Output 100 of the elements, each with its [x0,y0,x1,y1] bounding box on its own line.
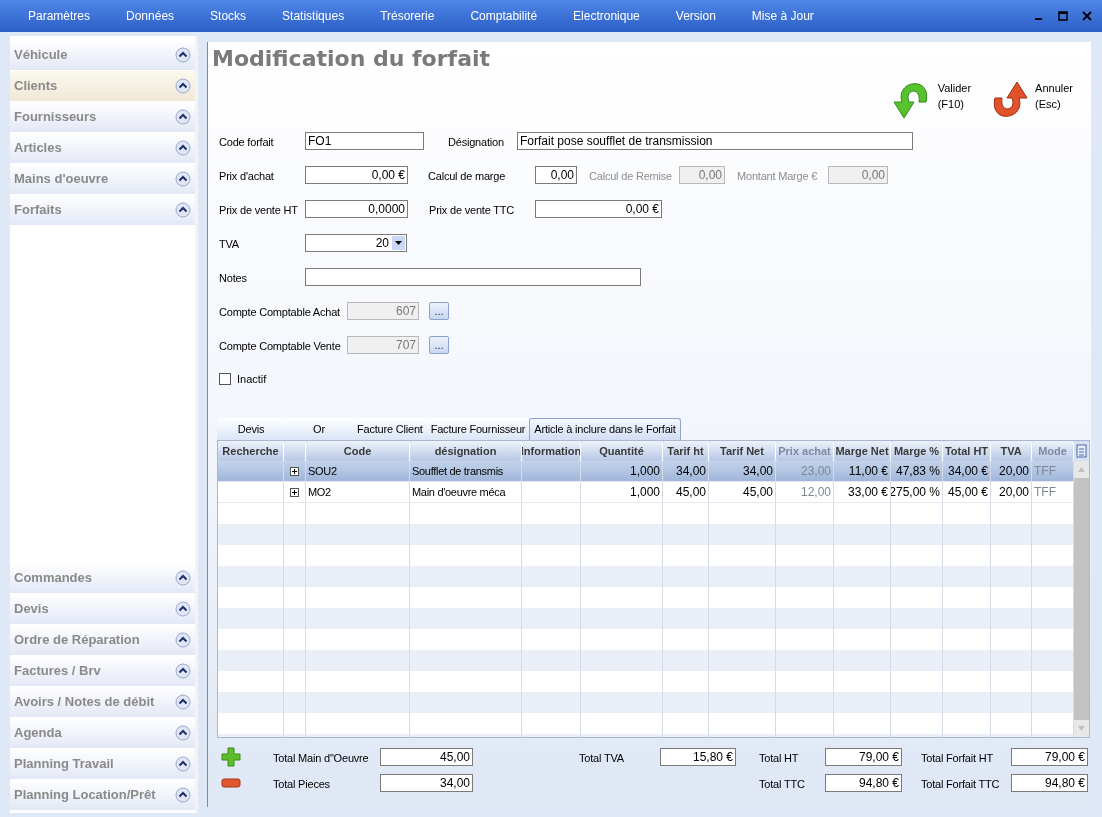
tab[interactable]: Devis [217,418,285,440]
table-cell-text: 45,00 € [947,484,988,501]
field-label: Code forfait [219,136,274,148]
field-label: TVA [219,238,239,250]
menu-item[interactable]: Version [675,7,716,25]
column-header[interactable]: Recherche [218,441,284,461]
total-field[interactable]: 45,00 [380,748,473,766]
total-field[interactable]: 79,00 € [1011,748,1088,766]
table-cell-text: 23,00 [800,463,831,480]
collapse-icon[interactable] [175,570,191,586]
collapse-icon[interactable] [175,725,191,741]
field-label: Prix de vente HT [219,204,298,216]
browse-button[interactable]: ... [429,302,449,320]
dropdown-field[interactable]: 20 [305,234,407,252]
column-header[interactable]: Marge % [891,441,943,461]
table-cell-text: 47,83 % [895,463,940,480]
input-field[interactable]: Forfait pose soufflet de transmission [517,132,913,150]
total-label: Total HT [759,752,799,764]
table-cell-text: 33,00 € [847,484,888,501]
collapse-icon[interactable] [175,78,191,94]
total-field[interactable]: 15,80 € [660,748,736,766]
tab[interactable]: Or [285,418,353,440]
table-cell-text: 20,00 [998,484,1029,501]
field-label: Notes [219,272,247,284]
cancel-button[interactable]: Annuler (Esc) [989,80,1073,124]
menu-item[interactable]: Trésorerie [380,7,435,25]
table-cell-text: TFF [1034,463,1056,480]
column-header[interactable]: Tarif Net [709,441,776,461]
collapse-icon[interactable] [175,663,191,679]
table-cell-text: 45,00 [675,484,706,501]
column-header[interactable]: Marge Net [834,441,891,461]
field-label: Calcul de Remise [589,170,672,182]
field-label: Calcul de marge [428,170,506,182]
column-header[interactable]: Code [306,441,410,461]
table-cell-text: 1,000 [629,463,660,480]
table-cell-text: 20,00 [998,463,1029,480]
expand-icon[interactable] [290,466,299,476]
input-field[interactable] [305,268,641,286]
close-icon[interactable] [1082,11,1092,21]
collapse-icon[interactable] [175,202,191,218]
table-cell-text: Soufflet de transmis [412,463,503,479]
column-header[interactable]: Total HT [943,441,991,461]
total-field[interactable]: 94,80 € [1011,774,1088,792]
collapse-icon[interactable] [175,632,191,648]
total-label: Total Pieces [273,778,330,790]
field-label: Désignation [448,136,504,148]
column-header[interactable]: Tarif ht [663,441,709,461]
tab[interactable]: Article à inclure dans le Forfait [529,418,681,440]
menu-item[interactable]: Stocks [210,7,247,25]
input-field[interactable]: 0,00 [535,166,577,184]
input-field[interactable]: 0,00 € [535,200,662,218]
column-header[interactable]: désignation [410,441,522,461]
checkbox[interactable] [219,373,231,385]
total-label: Total TVA [579,752,624,764]
browse-button[interactable]: ... [429,336,449,354]
input-field[interactable]: 0,00 € [305,166,408,184]
collapse-icon[interactable] [175,694,191,710]
table-cell-text: TFF [1034,484,1056,501]
menu-item[interactable]: Comptabilité [470,7,538,25]
menu-item[interactable]: Electronique [573,7,640,25]
total-field[interactable]: 79,00 € [825,748,902,766]
add-icon[interactable] [221,747,241,767]
expand-icon[interactable] [290,487,299,497]
maximize-icon[interactable] [1058,11,1068,21]
menu-item[interactable]: Statistiques [282,7,345,25]
total-label: Total TTC [759,778,805,790]
input-field[interactable]: FO1 [305,132,424,150]
table-cell-text: MO2 [308,484,331,500]
table-cell-text: 45,00 [742,484,773,501]
total-field[interactable]: 94,80 € [825,774,902,792]
column-chooser-icon[interactable] [1076,444,1087,458]
input-field[interactable]: 0,0000 [305,200,408,218]
menu-item[interactable]: Données [126,7,175,25]
total-label: Total Main d"Oeuvre [273,752,369,764]
collapse-icon[interactable] [175,109,191,125]
table-cell-text: 34,00 € [947,463,988,480]
field-label: Prix d'achat [219,170,274,182]
collapse-icon[interactable] [175,140,191,156]
column-header[interactable]: Information [522,441,581,461]
column-header[interactable]: Quantité [581,441,663,461]
collapse-icon[interactable] [175,787,191,803]
tab[interactable]: Facture Client [353,418,427,440]
column-header[interactable]: TVA [991,441,1032,461]
total-field[interactable]: 34,00 [380,774,473,792]
table-cell-text: 11,00 € [848,463,888,480]
table-cell-text: 34,00 [675,463,706,480]
collapse-icon[interactable] [175,47,191,63]
collapse-icon[interactable] [175,601,191,617]
page-title: Modification du forfait [212,45,491,73]
validate-button[interactable]: Valider (F10) [891,80,972,124]
collapse-icon[interactable] [175,171,191,187]
tab[interactable]: Facture Fournisseur [426,418,530,440]
table-cell-text: SOU2 [308,463,337,479]
collapse-icon[interactable] [175,756,191,772]
menu-item[interactable]: Paramètres [28,7,91,25]
table-row[interactable]: SOU2 Soufflet de transmis 1,000 34,00 34,00 23,00 11,00 € 47,83 % 34,00 € 20,00 TFF [218,461,1074,482]
menu-item[interactable]: Mise à Jour [751,7,814,25]
field-label: Montant Marge € [737,170,818,182]
field-label: Compte Comptable Achat [219,306,340,318]
remove-icon[interactable] [221,778,241,788]
